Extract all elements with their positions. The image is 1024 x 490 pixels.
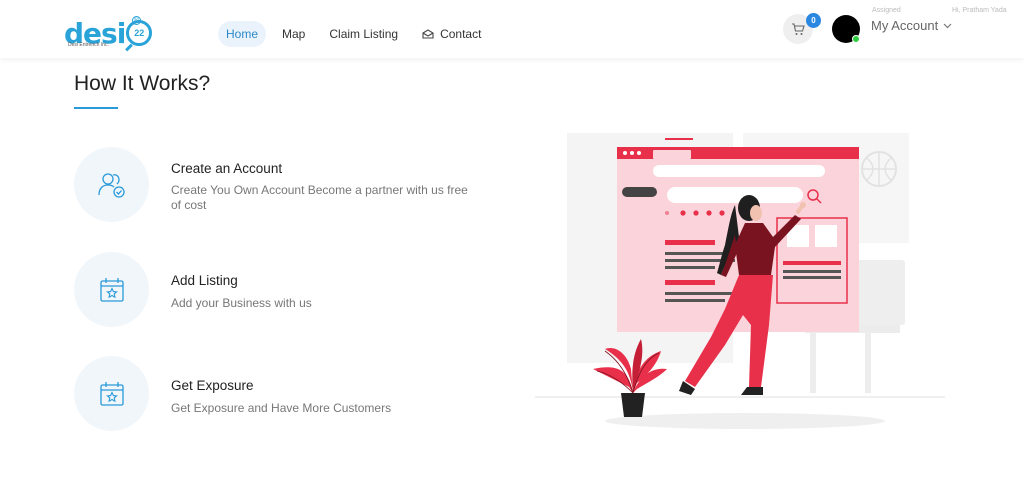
site-header: desi 22 ® Desi Entrench Inc. Home Map Cl…	[0, 0, 1024, 58]
online-status-dot	[852, 35, 860, 43]
logo-number: 22	[134, 28, 145, 38]
step-description: Get Exposure and Have More Customers	[171, 401, 392, 415]
cart-count-badge: 0	[806, 13, 821, 28]
step-icon-circle	[74, 147, 149, 222]
step-description: Create You Own Account Become a partner …	[171, 183, 468, 212]
step-get-exposure: Get Exposure Get Exposure and Have More …	[74, 356, 514, 432]
step-icon-circle	[74, 252, 149, 327]
logo-tagline: Desi Entrench Inc.	[68, 42, 109, 48]
nav-home[interactable]: Home	[218, 21, 267, 47]
section-title: How It Works?	[74, 72, 211, 95]
step-title: Add Listing	[171, 273, 238, 288]
step-icon-circle	[74, 356, 149, 431]
step-add-listing: Add Listing Add your Business with us	[74, 252, 514, 328]
nav-map-label: Map	[282, 27, 306, 41]
nav-claim-listing-label: Claim Listing	[329, 27, 399, 41]
nav-home-label: Home	[226, 27, 259, 41]
nav-contact[interactable]: Contact	[414, 21, 489, 47]
step-title: Create an Account	[171, 161, 283, 176]
envelope-icon	[422, 29, 434, 39]
users-check-icon	[97, 172, 125, 198]
title-underline	[74, 107, 118, 109]
nav-claim-listing[interactable]: Claim Listing	[321, 21, 406, 47]
step-description: Add your Business with us	[171, 296, 312, 310]
cart-icon	[792, 22, 805, 35]
assigned-text: Assigned	[872, 7, 901, 14]
how-it-works-illustration	[535, 133, 945, 429]
registered-mark: ®	[132, 16, 141, 25]
main-nav: Home Map Claim Listing Contact	[218, 21, 497, 47]
greeting-text: Hi, Pratham Yada	[952, 7, 1007, 14]
my-account-menu[interactable]: My Account	[871, 18, 952, 33]
chevron-down-icon	[943, 23, 952, 28]
nav-map[interactable]: Map	[274, 21, 313, 47]
step-create-account: Create an Account Create You Own Account…	[74, 147, 514, 223]
calendar-star-icon	[99, 381, 124, 406]
site-logo[interactable]: desi 22 ® Desi Entrench Inc.	[64, 14, 153, 48]
my-account-label: My Account	[871, 18, 939, 33]
step-title: Get Exposure	[171, 378, 254, 393]
calendar-star-icon	[99, 277, 124, 302]
nav-contact-label: Contact	[440, 27, 482, 41]
